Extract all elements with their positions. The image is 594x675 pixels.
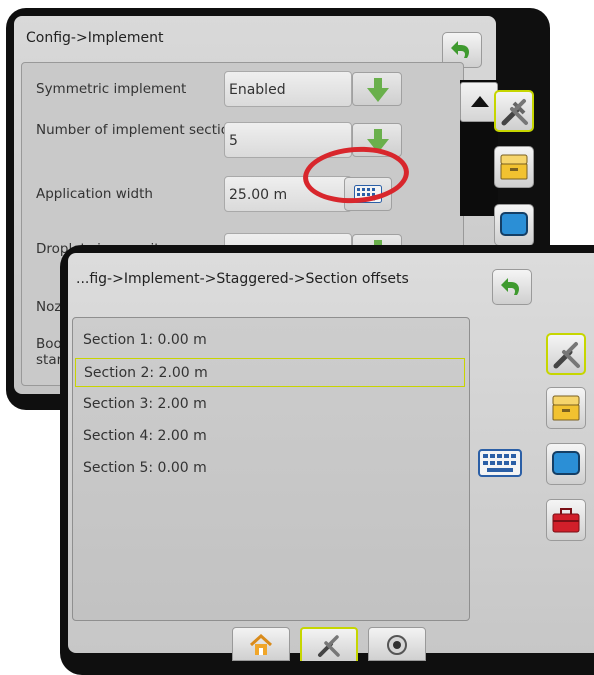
- return-button[interactable]: [492, 269, 532, 305]
- toolbox-tab-button[interactable]: [546, 499, 586, 541]
- tools-tab-button[interactable]: [494, 90, 534, 132]
- section-offsets-screen: ...fig->Implement->Staggered->Section of…: [60, 245, 594, 675]
- list-item[interactable]: Section 1: 0.00 m: [75, 326, 465, 355]
- bottom-tab-bar: [68, 627, 594, 661]
- tools-icon: [553, 342, 580, 369]
- console-tab-button[interactable]: [546, 387, 586, 429]
- symmetric-implement-value[interactable]: Enabled: [224, 71, 352, 107]
- list-item[interactable]: Section 4: 2.00 m: [75, 422, 465, 451]
- console-icon: [500, 154, 528, 180]
- display-tab-button[interactable]: [546, 443, 586, 485]
- keyboard-button[interactable]: [478, 449, 528, 485]
- down-arrow-icon: [367, 78, 389, 102]
- section-offsets-panel: ...fig->Implement->Staggered->Section of…: [68, 253, 594, 661]
- section-offset-list: Section 1: 0.00 m Section 2: 2.00 m Sect…: [72, 317, 470, 621]
- toolbox-icon: [552, 508, 580, 533]
- display-icon: [552, 451, 580, 475]
- tab-camera[interactable]: [368, 627, 426, 661]
- tools-icon: [501, 99, 528, 126]
- scroll-up-button[interactable]: [460, 82, 498, 122]
- tools-icon: [318, 635, 340, 657]
- symmetric-implement-label: Symmetric implement: [36, 81, 187, 97]
- list-item[interactable]: Section 3: 2.00 m: [75, 390, 465, 419]
- number-of-sections-label: Number of implement sections: [36, 122, 245, 138]
- display-icon: [500, 212, 528, 236]
- list-item[interactable]: Section 5: 0.00 m: [75, 454, 465, 483]
- console-tab-button[interactable]: [494, 146, 534, 188]
- list-item-selected[interactable]: Section 2: 2.00 m: [75, 358, 465, 387]
- tools-tab-button[interactable]: [546, 333, 586, 375]
- symmetric-implement-dropdown-button[interactable]: [352, 72, 402, 106]
- display-tab-button[interactable]: [494, 204, 534, 246]
- console-icon: [552, 395, 580, 421]
- return-icon: [493, 278, 531, 308]
- tab-home[interactable]: [232, 627, 290, 661]
- keyboard-icon: [478, 449, 522, 477]
- application-width-label: Application width: [36, 186, 153, 202]
- page-title: ...fig->Implement->Staggered->Section of…: [76, 271, 409, 287]
- page-title: Config->Implement: [26, 30, 164, 46]
- tab-tools[interactable]: [300, 627, 358, 661]
